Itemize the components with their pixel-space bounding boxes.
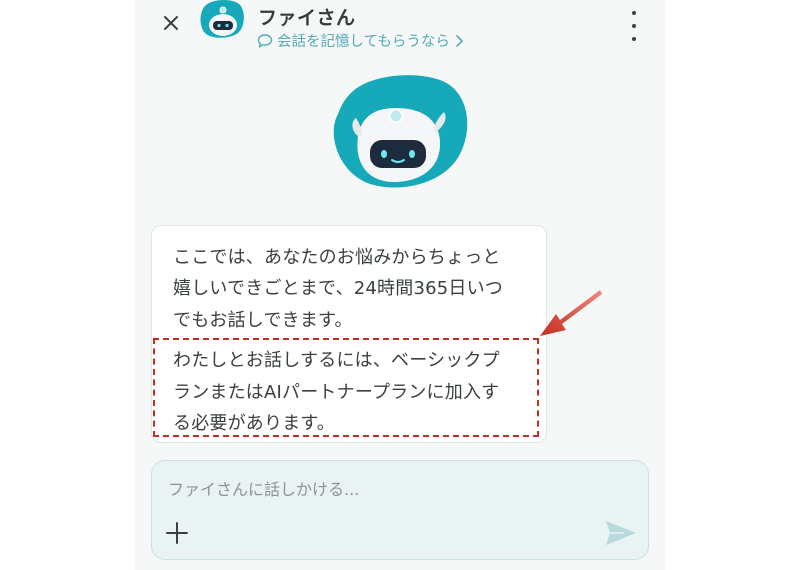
page: ファイさん 会話を記憶してもらうなら ここでは、あなたのお悩みからちょっと 嬉し… — [0, 0, 800, 570]
highlight-box — [153, 338, 539, 437]
message-line: ここでは、あなたのお悩みからちょっと — [173, 247, 501, 268]
assistant-avatar — [333, 75, 468, 188]
close-button[interactable] — [158, 10, 184, 36]
annotation-arrow-icon — [540, 290, 602, 336]
kebab-menu-icon — [632, 11, 636, 15]
memory-link-label: 会話を記憶してもらうなら — [277, 34, 450, 50]
message-line: 嬉しいできごとまで、24時間365日いつ — [173, 278, 503, 299]
message-line: でもお話しできます。 — [173, 310, 353, 331]
chevron-right-icon — [456, 34, 463, 47]
more-menu-button[interactable] — [622, 11, 646, 41]
send-icon[interactable] — [604, 518, 638, 548]
speech-bubble-icon — [257, 33, 273, 48]
close-icon — [164, 16, 178, 30]
avatar — [200, 0, 244, 38]
page-title: ファイさん — [258, 7, 356, 29]
message-input[interactable] — [168, 476, 608, 502]
message-composer — [151, 460, 649, 560]
memory-settings-link[interactable]: 会話を記憶してもらうなら — [257, 30, 464, 51]
plus-icon[interactable] — [164, 520, 190, 546]
